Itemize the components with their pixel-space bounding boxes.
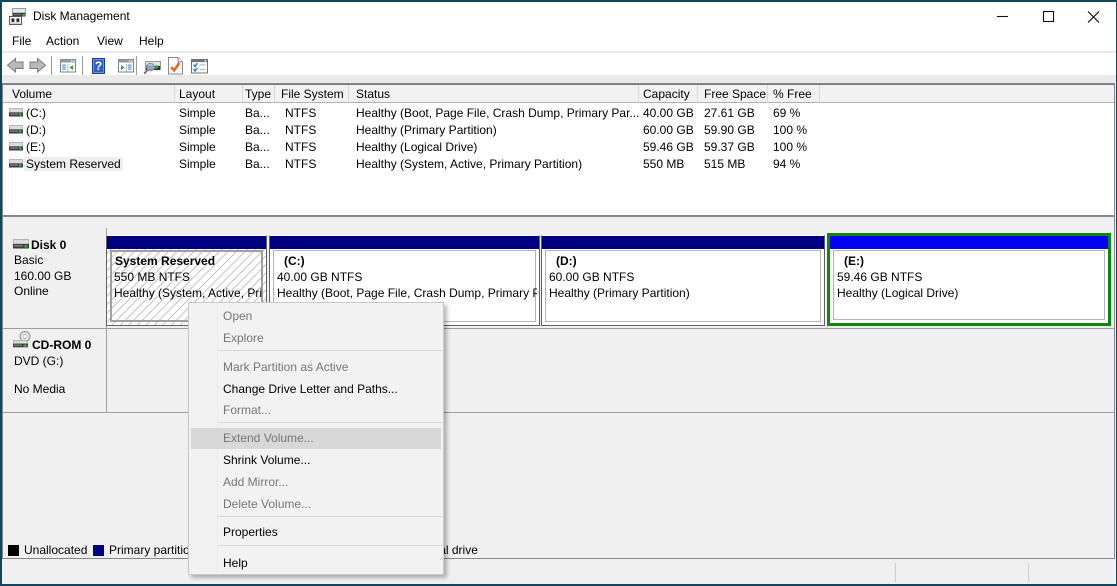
svg-text:?: ? <box>95 59 102 73</box>
